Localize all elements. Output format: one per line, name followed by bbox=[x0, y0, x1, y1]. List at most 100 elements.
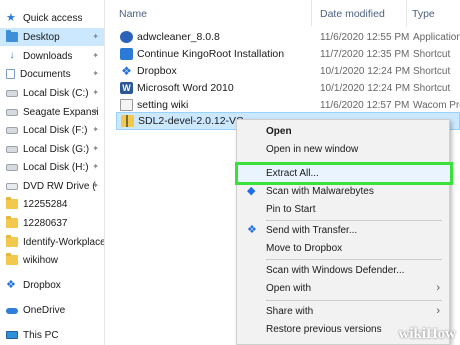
pin-icon[interactable]: ✦ bbox=[92, 32, 99, 41]
file-type: Shortcut bbox=[413, 65, 451, 77]
download-icon: ↓ bbox=[9, 50, 15, 61]
nav-item-local-disk-g[interactable]: Local Disk (G:) ✦ bbox=[0, 140, 104, 158]
menu-item-label: Restore previous versions bbox=[266, 324, 382, 335]
nav-item-dvd-drive[interactable]: DVD RW Drive ( ✦ bbox=[0, 177, 104, 195]
column-divider[interactable] bbox=[311, 0, 312, 26]
drive-icon bbox=[6, 163, 18, 171]
navigation-pane: ★ Quick access Desktop ✦ ↓ Downloads ✦ D… bbox=[0, 0, 105, 345]
menu-item-label: Open bbox=[266, 126, 292, 137]
menu-item-open-with[interactable]: Open with › bbox=[237, 279, 449, 298]
nav-item-local-disk-f[interactable]: Local Disk (F:) ✦ bbox=[0, 121, 104, 139]
file-type: Shortcut bbox=[413, 48, 451, 60]
pin-icon[interactable]: ✦ bbox=[92, 107, 99, 116]
nav-item-documents[interactable]: Documents ✦ bbox=[0, 65, 104, 83]
nav-item-label: Seagate Expansi bbox=[23, 106, 99, 118]
nav-item-seagate[interactable]: Seagate Expansi ✦ bbox=[0, 103, 104, 121]
dropbox-icon: ❖ bbox=[121, 64, 132, 78]
star-icon: ★ bbox=[6, 12, 16, 24]
nav-item-folder-identify-workplace[interactable]: Identify-Workplace- bbox=[0, 233, 104, 251]
computer-icon bbox=[6, 331, 18, 339]
file-type: Application bbox=[413, 31, 460, 43]
pin-icon[interactable]: ✦ bbox=[92, 51, 99, 60]
menu-item-send-with-transfer[interactable]: ❖ Send with Transfer... bbox=[237, 221, 449, 240]
chevron-right-icon: › bbox=[436, 305, 440, 317]
pin-icon[interactable]: ✦ bbox=[92, 144, 99, 153]
adwcleaner-icon bbox=[120, 31, 133, 43]
file-type: Shortcut bbox=[413, 82, 451, 94]
menu-item-label: Open in new window bbox=[266, 144, 359, 155]
pin-icon[interactable]: ✦ bbox=[92, 88, 99, 97]
drive-icon bbox=[6, 89, 18, 97]
pin-icon[interactable]: ✦ bbox=[92, 181, 99, 190]
nav-item-label: Quick access bbox=[23, 12, 83, 24]
pin-icon[interactable]: ✦ bbox=[92, 162, 99, 171]
nav-item-folder-wikihow[interactable]: wikihow bbox=[0, 251, 104, 269]
file-date: 10/1/2020 12:24 PM bbox=[320, 65, 411, 77]
file-date: 11/7/2020 12:35 PM bbox=[320, 48, 410, 60]
file-row[interactable]: ❖ Dropbox 10/1/2020 12:24 PM Shortcut bbox=[116, 62, 460, 80]
nav-item-this-pc[interactable]: This PC bbox=[0, 326, 104, 344]
nav-item-label: Local Disk (G:) bbox=[23, 143, 90, 155]
nav-item-dropbox[interactable]: ❖ Dropbox bbox=[0, 276, 104, 294]
drive-icon bbox=[6, 145, 18, 153]
nav-item-label: 12280637 bbox=[23, 217, 68, 229]
nav-item-onedrive[interactable]: OneDrive bbox=[0, 301, 104, 319]
menu-item-label: Move to Dropbox bbox=[266, 243, 343, 254]
file-date: 10/1/2020 12:24 PM bbox=[320, 82, 411, 94]
menu-divider bbox=[266, 300, 442, 301]
nav-item-label: DVD RW Drive ( bbox=[23, 180, 96, 192]
file-name: adwcleaner_8.0.8 bbox=[137, 31, 220, 43]
menu-item-share-with[interactable]: Share with › bbox=[237, 302, 449, 321]
watermark-part-1: wiki bbox=[398, 325, 426, 342]
wiki-settings-icon bbox=[120, 99, 133, 111]
menu-item-label: Scan with Malwarebytes bbox=[266, 186, 374, 197]
nav-item-quick-access[interactable]: ★ Quick access bbox=[0, 9, 104, 27]
documents-icon bbox=[6, 69, 15, 79]
file-type: Wacom Pre bbox=[413, 99, 460, 111]
column-header-name[interactable]: Name bbox=[119, 8, 147, 20]
folder-icon bbox=[6, 197, 18, 209]
nav-item-local-disk-c[interactable]: Local Disk (C:) ✦ bbox=[0, 84, 104, 102]
folder-icon bbox=[6, 216, 18, 228]
nav-item-desktop[interactable]: Desktop ✦ bbox=[0, 28, 104, 46]
file-name: Continue KingoRoot Installation bbox=[137, 48, 285, 60]
folder-icon bbox=[6, 30, 18, 42]
pin-icon[interactable]: ✦ bbox=[92, 125, 99, 134]
nav-item-label: Local Disk (F:) bbox=[23, 124, 88, 136]
file-row[interactable]: Continue KingoRoot Installation 11/7/202… bbox=[116, 45, 460, 63]
menu-item-label: Extract All... bbox=[266, 168, 319, 179]
menu-item-label: Send with Transfer... bbox=[266, 225, 358, 236]
nav-item-label: 12255284 bbox=[23, 198, 68, 210]
nav-item-label: Local Disk (C:) bbox=[23, 87, 89, 99]
column-header-date-modified[interactable]: Date modified bbox=[320, 8, 385, 20]
nav-item-folder-12255284[interactable]: 12255284 bbox=[0, 195, 104, 213]
menu-item-scan-windows-defender[interactable]: Scan with Windows Defender... bbox=[237, 261, 449, 280]
menu-item-scan-malwarebytes[interactable]: ◆ Scan with Malwarebytes bbox=[237, 182, 449, 201]
pin-icon[interactable]: ✦ bbox=[92, 69, 99, 78]
menu-item-pin-to-start[interactable]: Pin to Start bbox=[237, 200, 449, 219]
onedrive-icon bbox=[6, 308, 18, 314]
folder-icon bbox=[6, 235, 18, 247]
drive-icon bbox=[6, 126, 18, 134]
menu-item-move-to-dropbox[interactable]: Move to Dropbox bbox=[237, 239, 449, 258]
menu-item-open[interactable]: Open bbox=[237, 122, 449, 141]
nav-item-local-disk-h[interactable]: Local Disk (H:) ✦ bbox=[0, 158, 104, 176]
watermark-part-2: How bbox=[426, 325, 456, 342]
column-divider[interactable] bbox=[406, 0, 407, 26]
nav-item-folder-12280637[interactable]: 12280637 bbox=[0, 214, 104, 232]
file-date: 11/6/2020 12:55 PM bbox=[320, 31, 410, 43]
file-row[interactable]: W Microsoft Word 2010 10/1/2020 12:24 PM… bbox=[116, 79, 460, 97]
nav-item-downloads[interactable]: ↓ Downloads ✦ bbox=[0, 47, 104, 65]
menu-item-label: Open with bbox=[266, 283, 312, 294]
nav-item-label: Local Disk (H:) bbox=[23, 161, 89, 173]
dvd-icon bbox=[6, 182, 18, 190]
word-icon: W bbox=[120, 82, 133, 94]
file-name: Microsoft Word 2010 bbox=[137, 82, 234, 94]
column-header-type[interactable]: Type bbox=[412, 8, 435, 20]
zip-folder-icon bbox=[121, 115, 134, 127]
nav-item-label: OneDrive bbox=[23, 304, 66, 316]
menu-item-label: Pin to Start bbox=[266, 204, 316, 215]
menu-item-open-new-window[interactable]: Open in new window bbox=[237, 140, 449, 159]
file-row[interactable]: adwcleaner_8.0.8 11/6/2020 12:55 PM Appl… bbox=[116, 28, 460, 46]
wikihow-watermark: wiki How bbox=[398, 325, 456, 343]
